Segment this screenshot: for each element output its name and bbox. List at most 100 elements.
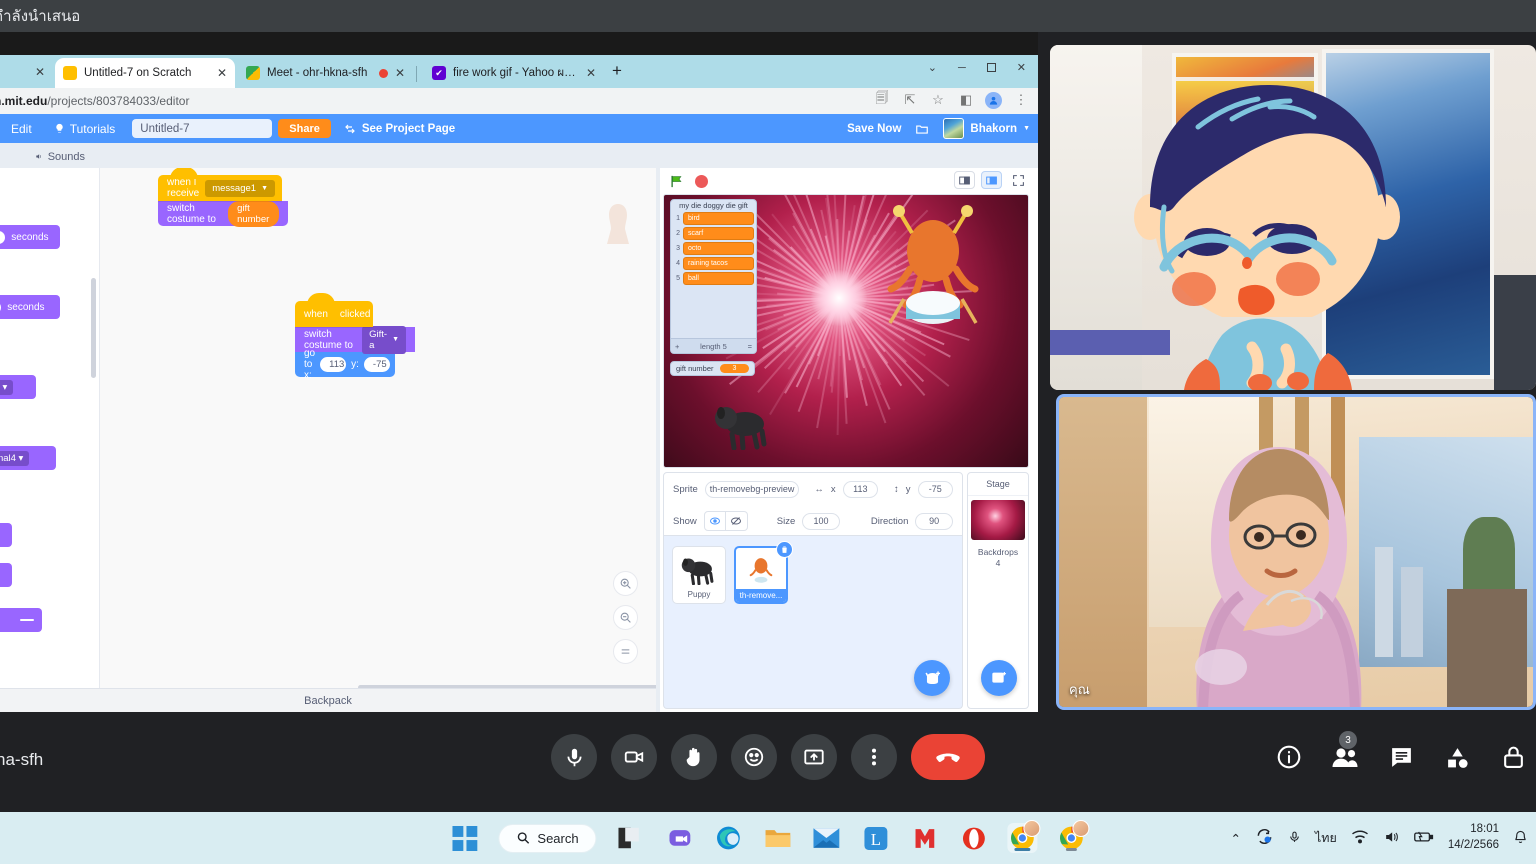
- palette-block-6[interactable]: [0, 563, 12, 587]
- green-flag-icon[interactable]: [669, 174, 684, 189]
- stop-icon[interactable]: [695, 174, 708, 188]
- list-resize-handle[interactable]: =: [748, 342, 752, 351]
- palette-scrollbar[interactable]: [91, 278, 96, 378]
- tray-language-label[interactable]: ไทย: [1315, 828, 1337, 848]
- start-icon[interactable]: [449, 823, 479, 853]
- participant-tile-avatar[interactable]: [1050, 45, 1536, 390]
- palette-block-wait-1[interactable]: 2 seconds: [0, 225, 60, 249]
- tray-battery-icon[interactable]: [1413, 830, 1434, 847]
- task-view-icon[interactable]: [616, 823, 646, 853]
- block-switch-costume[interactable]: switch costume to gift number: [158, 200, 288, 227]
- chat-icon[interactable]: [665, 823, 695, 853]
- side-panel-icon[interactable]: ◧: [957, 91, 975, 109]
- project-name-input[interactable]: Untitled-7: [132, 119, 273, 138]
- host-controls-button[interactable]: [1498, 742, 1528, 772]
- y-input[interactable]: -75: [363, 357, 390, 372]
- small-stage-icon[interactable]: [954, 171, 975, 189]
- list-item[interactable]: 5 ball: [673, 271, 754, 285]
- mail-icon[interactable]: [812, 823, 842, 853]
- file-explorer-icon[interactable]: [763, 823, 793, 853]
- block-when-i-receive[interactable]: when I receive message1 ▼: [158, 168, 282, 201]
- tray-sync-icon[interactable]: [1255, 828, 1274, 848]
- large-stage-icon[interactable]: [981, 171, 1002, 189]
- delete-sprite-icon[interactable]: [776, 541, 793, 558]
- close-window-icon[interactable]: ✕: [1017, 61, 1026, 74]
- backdrop-thumbnail[interactable]: [971, 500, 1025, 540]
- add-backdrop-icon[interactable]: [981, 660, 1017, 696]
- microphone-button[interactable]: [551, 734, 597, 780]
- self-view-tile[interactable]: คุณ: [1056, 394, 1536, 710]
- raise-hand-button[interactable]: [671, 734, 717, 780]
- people-button[interactable]: 3: [1330, 731, 1360, 772]
- sprite-card-th-removebg[interactable]: th-remove...: [734, 541, 793, 604]
- share-icon[interactable]: ⇱: [901, 91, 919, 109]
- block-go-to-xy[interactable]: go to x: 113 y: -75: [295, 348, 395, 381]
- palette-block-backdrop[interactable]: original4 ▾: [0, 446, 56, 470]
- tab-sounds[interactable]: Sounds: [24, 145, 96, 168]
- folder-icon[interactable]: [914, 122, 930, 136]
- account-menu[interactable]: Bhakorn ▼: [943, 118, 1030, 139]
- list-item[interactable]: 2 scarf: [673, 226, 754, 240]
- tab-close-left[interactable]: ✕: [35, 66, 45, 78]
- palette-block-costume[interactable]: ift-a ▾: [0, 375, 36, 399]
- fullscreen-icon[interactable]: [1008, 171, 1029, 189]
- sprite-size-input[interactable]: 100: [802, 512, 840, 530]
- palette-block-7[interactable]: [0, 608, 42, 632]
- bookmark-star-icon[interactable]: ☆: [929, 91, 947, 109]
- sprite-y-input[interactable]: -75: [917, 480, 953, 498]
- tab-yahoo[interactable]: ✔ fire work gif - Yahoo ผลลัพธ์การค้น ✕: [424, 58, 604, 88]
- stage-preview[interactable]: my die doggy die gift 1 bird 2 scarf 3 o…: [663, 194, 1029, 468]
- translate-icon[interactable]: 🗐: [873, 90, 891, 109]
- line-icon[interactable]: L: [861, 823, 891, 853]
- tab-costumes[interactable]: s: [0, 145, 20, 168]
- chrome-address-bar[interactable]: h.mit.edu/projects/803784033/editor 🗐 ⇱ …: [0, 88, 1038, 114]
- backpack-bar[interactable]: Backpack: [0, 688, 656, 712]
- opera-icon[interactable]: [959, 823, 989, 853]
- list-item[interactable]: 4 raining tacos: [673, 256, 754, 270]
- more-options-button[interactable]: [851, 734, 897, 780]
- show-visible-button[interactable]: [703, 511, 726, 531]
- palette-block-5[interactable]: [0, 523, 12, 547]
- gift-number-variable[interactable]: gift number: [228, 200, 279, 227]
- zoom-reset-icon[interactable]: [613, 639, 638, 664]
- new-tab-button[interactable]: +: [612, 62, 622, 79]
- sprite-card-puppy[interactable]: Puppy: [672, 546, 726, 604]
- sprite-direction-input[interactable]: 90: [915, 512, 953, 530]
- message-dropdown[interactable]: message1 ▼: [205, 179, 276, 197]
- sprite-x-input[interactable]: 113: [842, 480, 879, 498]
- close-icon[interactable]: ✕: [395, 67, 405, 79]
- zoom-out-icon[interactable]: [613, 605, 638, 630]
- tray-mic-icon[interactable]: [1288, 829, 1301, 848]
- sprite-name-input[interactable]: th-removebg-preview: [704, 480, 800, 498]
- notification-bell-icon[interactable]: [1513, 829, 1528, 848]
- script-when-i-receive[interactable]: when I receive message1 ▼ switch costume…: [158, 168, 288, 227]
- tab-scratch[interactable]: Untitled-7 on Scratch ✕: [55, 58, 235, 88]
- chrome-icon-2[interactable]: [1057, 820, 1090, 853]
- menu-edit[interactable]: Edit: [0, 114, 43, 143]
- scripts-canvas[interactable]: when I receive message1 ▼ switch costume…: [100, 168, 656, 712]
- list-item[interactable]: 3 octo: [673, 241, 754, 255]
- puppy-sprite[interactable]: [712, 398, 774, 450]
- list-item[interactable]: 1 bird: [673, 211, 754, 225]
- minimize-icon[interactable]: ─: [958, 62, 966, 74]
- block-palette[interactable]: 2 seconds 2 seconds ift-a ▾ original4 ▾: [0, 168, 100, 712]
- zoom-in-icon[interactable]: [613, 571, 638, 596]
- variable-monitor[interactable]: gift number 3: [670, 361, 756, 376]
- x-input[interactable]: 113: [320, 357, 347, 372]
- tray-volume-icon[interactable]: [1383, 829, 1400, 848]
- save-now-button[interactable]: Save Now: [847, 123, 901, 135]
- palette-block-wait-2[interactable]: 2 seconds: [0, 295, 60, 319]
- close-icon[interactable]: ✕: [586, 67, 596, 79]
- profile-avatar-icon[interactable]: [985, 91, 1002, 109]
- costume-dropdown[interactable]: Gift-a ▼: [362, 325, 406, 354]
- add-sprite-icon[interactable]: [914, 660, 950, 696]
- list-add-button[interactable]: +: [675, 342, 679, 351]
- see-project-page-button[interactable]: See Project Page: [344, 123, 455, 135]
- chrome-icon-active[interactable]: [1007, 820, 1041, 853]
- chat-button[interactable]: [1386, 742, 1416, 772]
- close-icon[interactable]: ✕: [217, 67, 227, 79]
- menu-tutorials[interactable]: Tutorials: [43, 114, 127, 143]
- maximize-icon[interactable]: [986, 63, 996, 72]
- three-dot-menu-icon[interactable]: ⋮: [1012, 91, 1030, 109]
- search-box[interactable]: Search: [498, 823, 597, 853]
